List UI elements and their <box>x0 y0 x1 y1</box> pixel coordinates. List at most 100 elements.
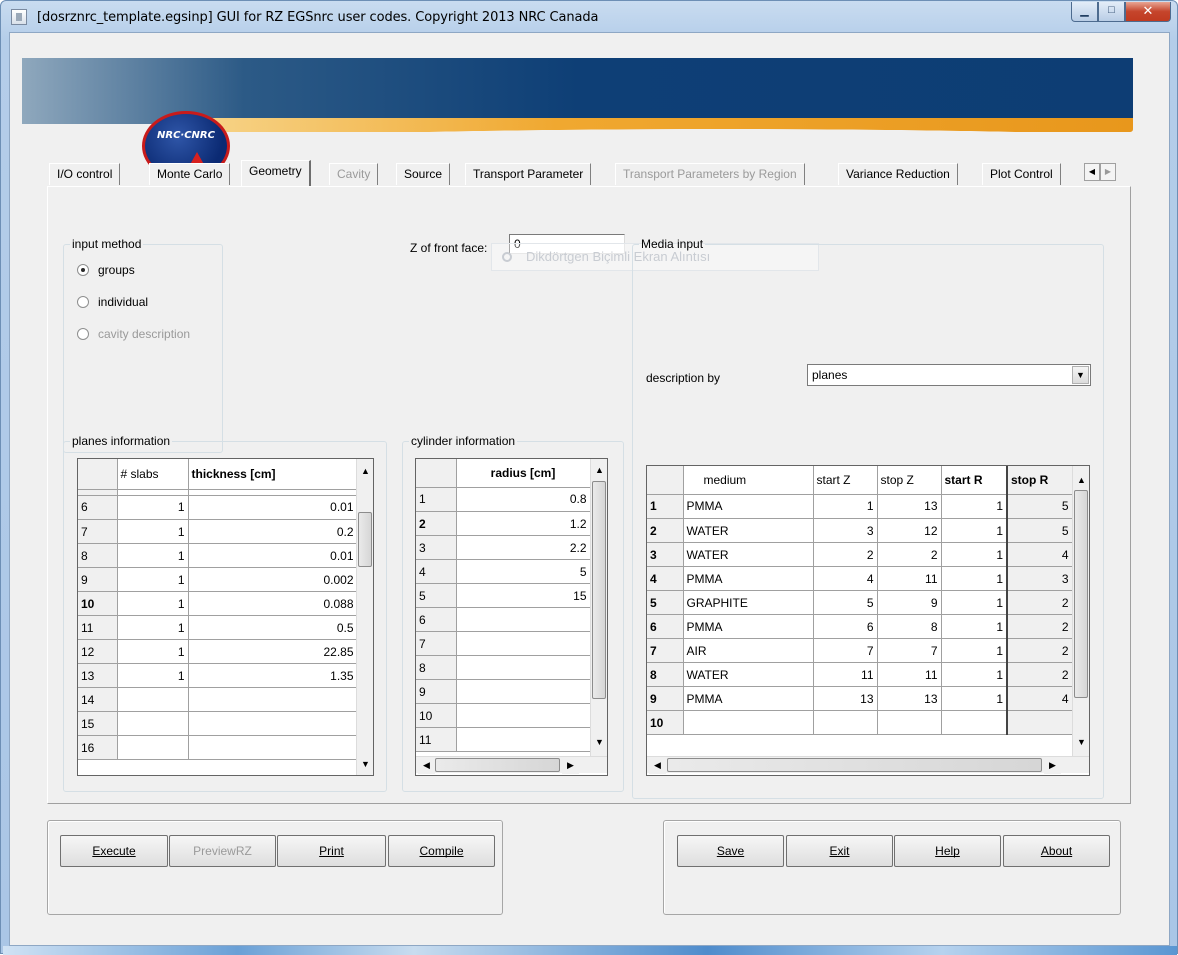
table-row[interactable]: 9 PMMA 13 13 1 4 <box>647 686 1073 711</box>
start-r-cell[interactable]: 1 <box>941 566 1008 591</box>
medium-cell[interactable]: WATER <box>683 662 814 687</box>
slabs-cell[interactable]: 1 <box>117 615 189 640</box>
medium-cell[interactable]: PMMA <box>683 566 814 591</box>
column-header-thickness[interactable]: thickness [cm] <box>188 459 358 490</box>
table-row[interactable]: 9 1 0.002 <box>78 567 358 592</box>
start-r-cell[interactable] <box>941 710 1008 735</box>
slabs-cell[interactable]: 1 <box>117 495 189 520</box>
table-row[interactable]: 8 <box>416 655 591 680</box>
thickness-cell[interactable]: 0.01 <box>188 495 358 520</box>
about-button[interactable]: About <box>1003 835 1110 867</box>
start-r-cell[interactable]: 1 <box>941 662 1008 687</box>
media-grid[interactable]: medium start Z stop Z start R stop R 1 PM… <box>646 465 1090 776</box>
start-z-cell[interactable]: 2 <box>813 542 878 567</box>
table-row[interactable]: 3 2.2 <box>416 535 591 560</box>
table-row[interactable]: 7 AIR 7 7 1 2 <box>647 638 1073 663</box>
column-header-medium[interactable]: medium <box>683 466 814 495</box>
tab-variance-reduction[interactable]: Variance Reduction <box>838 163 958 185</box>
thickness-cell[interactable]: 0.5 <box>188 615 358 640</box>
cylinder-hscroll[interactable]: ◀ ▶ <box>416 756 607 774</box>
table-row[interactable]: 6 PMMA 6 8 1 2 <box>647 614 1073 639</box>
medium-cell[interactable]: GRAPHITE <box>683 590 814 615</box>
thickness-cell[interactable]: 0.088 <box>188 591 358 616</box>
tab-plot-control[interactable]: Plot Control <box>982 163 1061 185</box>
start-z-cell[interactable]: 6 <box>813 614 878 639</box>
scroll-left-icon[interactable]: ◀ <box>418 757 435 774</box>
exit-button[interactable]: Exit <box>786 835 893 867</box>
table-row[interactable]: 45 <box>416 559 591 584</box>
scroll-up-icon[interactable]: ▲ <box>591 462 607 479</box>
stop-z-cell[interactable]: 11 <box>877 566 942 591</box>
stop-z-cell[interactable]: 7 <box>877 638 942 663</box>
tab-geometry[interactable]: Geometry <box>241 160 311 186</box>
media-vscroll[interactable]: ▲ ▼ <box>1072 466 1089 756</box>
slabs-cell[interactable] <box>117 735 189 760</box>
stop-z-cell[interactable]: 11 <box>877 662 942 687</box>
table-row[interactable]: 9 <box>416 679 591 704</box>
print-button[interactable]: Print <box>277 835 386 867</box>
execute-button[interactable]: Execute <box>60 835 168 867</box>
medium-cell[interactable]: AIR <box>683 638 814 663</box>
table-row[interactable]: 4 PMMA 4 11 1 3 <box>647 566 1073 591</box>
scroll-right-icon[interactable]: ▶ <box>1044 757 1061 774</box>
radius-cell[interactable] <box>456 607 591 632</box>
title-bar[interactable]: [dosrznrc_template.egsinp] GUI for RZ EG… <box>1 1 1177 33</box>
stop-r-cell[interactable]: 2 <box>1006 638 1073 663</box>
start-z-cell[interactable]: 11 <box>813 662 878 687</box>
start-z-cell[interactable]: 3 <box>813 518 878 543</box>
column-header-slabs[interactable]: # slabs <box>117 459 189 490</box>
radius-cell[interactable]: 2.2 <box>456 535 591 560</box>
scroll-up-icon[interactable]: ▲ <box>1073 472 1089 489</box>
scroll-down-icon[interactable]: ▼ <box>591 734 607 751</box>
thickness-cell[interactable] <box>188 735 358 760</box>
scroll-thumb[interactable] <box>358 512 372 567</box>
table-row[interactable]: 16 <box>78 735 358 760</box>
tab-transport-parameters-by-region[interactable]: Transport Parameters by Region <box>615 163 805 185</box>
table-row[interactable]: 11 1 0.5 <box>78 615 358 640</box>
slabs-cell[interactable]: 1 <box>117 519 189 544</box>
stop-r-cell[interactable]: 4 <box>1006 686 1073 711</box>
stop-r-cell[interactable]: 4 <box>1006 542 1073 567</box>
table-row[interactable]: 2 1.2 <box>416 511 591 536</box>
tab-monte-carlo[interactable]: Monte Carlo <box>149 163 231 185</box>
thickness-cell[interactable]: 0.002 <box>188 567 358 592</box>
table-row[interactable]: 2 WATER 3 12 1 5 <box>647 518 1073 543</box>
radius-cell[interactable]: 15 <box>456 583 591 608</box>
thickness-cell[interactable]: 22.85 <box>188 639 358 664</box>
radio-cavity-description[interactable]: cavity description <box>77 327 190 341</box>
table-row[interactable]: 8 WATER 11 11 1 2 <box>647 662 1073 687</box>
radius-cell[interactable] <box>456 655 591 680</box>
tab-io-control[interactable]: I/O control <box>49 163 121 185</box>
table-row[interactable]: 7 1 0.2 <box>78 519 358 544</box>
thickness-cell[interactable] <box>188 711 358 736</box>
stop-z-cell[interactable]: 13 <box>877 686 942 711</box>
radius-cell[interactable] <box>456 679 591 704</box>
table-row[interactable]: 1 0.8 <box>416 487 591 512</box>
column-header-radius[interactable]: radius [cm] <box>456 459 591 488</box>
thickness-cell[interactable]: 0.01 <box>188 543 358 568</box>
slabs-cell[interactable]: 1 <box>117 567 189 592</box>
media-hscroll[interactable]: ◀ ▶ <box>647 756 1089 774</box>
scroll-down-icon[interactable]: ▼ <box>357 756 373 773</box>
scroll-thumb[interactable] <box>435 758 560 772</box>
tab-source[interactable]: Source <box>396 163 451 185</box>
table-row[interactable]: 1 PMMA 1 13 1 5 <box>647 494 1073 519</box>
radius-cell[interactable] <box>456 727 591 752</box>
stop-r-cell[interactable]: 2 <box>1006 662 1073 687</box>
app-icon[interactable] <box>11 9 27 25</box>
column-header-start-r[interactable]: start R <box>941 466 1008 495</box>
stop-r-cell[interactable]: 5 <box>1006 494 1073 519</box>
scroll-up-icon[interactable]: ▲ <box>357 463 373 480</box>
stop-r-cell[interactable]: 3 <box>1006 566 1073 591</box>
table-row[interactable]: 15 <box>78 711 358 736</box>
slabs-cell[interactable]: 1 <box>117 591 189 616</box>
radio-individual[interactable]: individual <box>77 295 148 309</box>
table-row[interactable]: 7 <box>416 631 591 656</box>
stop-z-cell[interactable]: 12 <box>877 518 942 543</box>
stop-r-cell[interactable]: 2 <box>1006 590 1073 615</box>
start-r-cell[interactable]: 1 <box>941 614 1008 639</box>
radio-groups[interactable]: groups <box>77 263 135 277</box>
minimize-button[interactable]: ▁ <box>1071 2 1098 22</box>
slabs-cell[interactable]: 1 <box>117 639 189 664</box>
start-z-cell[interactable]: 5 <box>813 590 878 615</box>
